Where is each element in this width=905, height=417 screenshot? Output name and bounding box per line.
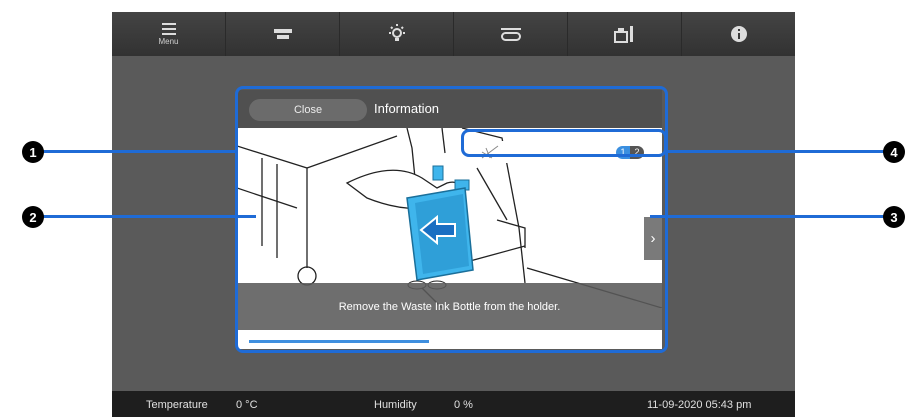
roll-button[interactable] [454, 12, 568, 56]
maintenance-button[interactable] [568, 12, 682, 56]
menu-icon [161, 23, 176, 35]
step-callout-frame [461, 129, 667, 157]
media-button[interactable] [226, 12, 340, 56]
humidity-value: 0 % [454, 399, 473, 411]
callout-badge-4: 4 [883, 141, 905, 163]
datetime: 11-09-2020 05:43 pm [647, 399, 752, 411]
roll-icon [500, 28, 521, 41]
status-bar: Temperature 0 °C Humidity 0 % 11-09-2020… [112, 391, 795, 417]
temperature-value: 0 °C [236, 399, 258, 411]
humidity-label: Humidity [374, 399, 417, 411]
temperature-label: Temperature [146, 399, 208, 411]
callout-badge-3: 3 [883, 206, 905, 228]
callout-badge-2: 2 [22, 206, 44, 228]
menu-button[interactable]: Menu [112, 12, 226, 56]
dialog-callout-frame [235, 86, 668, 353]
info-icon [730, 26, 747, 42]
callout-line-1 [40, 150, 237, 153]
top-toolbar: Menu [112, 12, 795, 56]
info-button[interactable] [682, 12, 795, 56]
callout-badge-1: 1 [22, 141, 44, 163]
maintenance-icon [613, 26, 633, 43]
menu-label: Menu [158, 37, 179, 46]
light-icon [388, 24, 405, 41]
callout-line-2 [40, 215, 256, 218]
callout-line-3 [650, 215, 890, 218]
light-button[interactable] [340, 12, 454, 56]
media-icon [273, 29, 292, 39]
callout-line-4 [666, 150, 890, 153]
